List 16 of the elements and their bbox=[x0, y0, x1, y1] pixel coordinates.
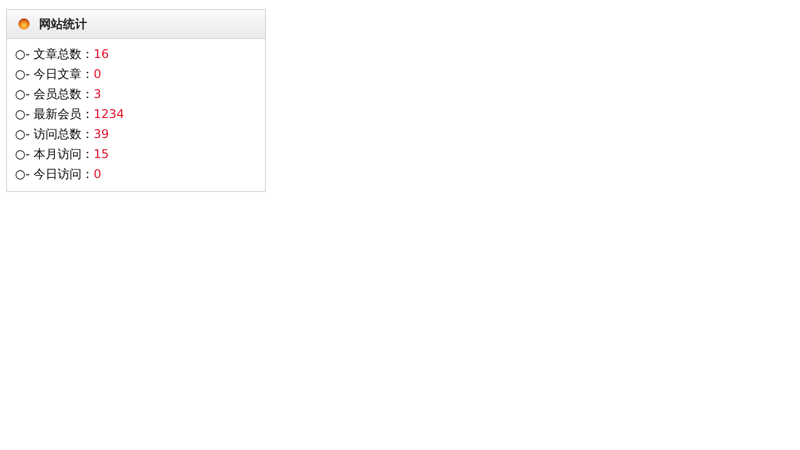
stat-value: 0 bbox=[94, 67, 102, 81]
stat-label: ○- 最新会员： bbox=[15, 107, 94, 121]
stat-label: ○- 访问总数： bbox=[15, 127, 94, 141]
stat-value: 16 bbox=[94, 47, 109, 61]
stat-value: 1234 bbox=[94, 107, 124, 121]
stat-label: ○- 今日文章： bbox=[15, 67, 94, 81]
stat-label: ○- 会员总数： bbox=[15, 87, 94, 101]
stat-value: 15 bbox=[94, 147, 109, 161]
stat-label: ○- 今日访问： bbox=[15, 167, 94, 181]
stat-value: 39 bbox=[94, 127, 109, 141]
panel-title: 网站统计 bbox=[39, 16, 87, 32]
stat-value: 0 bbox=[94, 167, 102, 181]
stat-label: ○- 文章总数： bbox=[15, 47, 94, 61]
stat-label: ○- 本月访问： bbox=[15, 147, 94, 161]
ball-icon bbox=[18, 18, 30, 30]
stat-value: 3 bbox=[94, 87, 102, 101]
